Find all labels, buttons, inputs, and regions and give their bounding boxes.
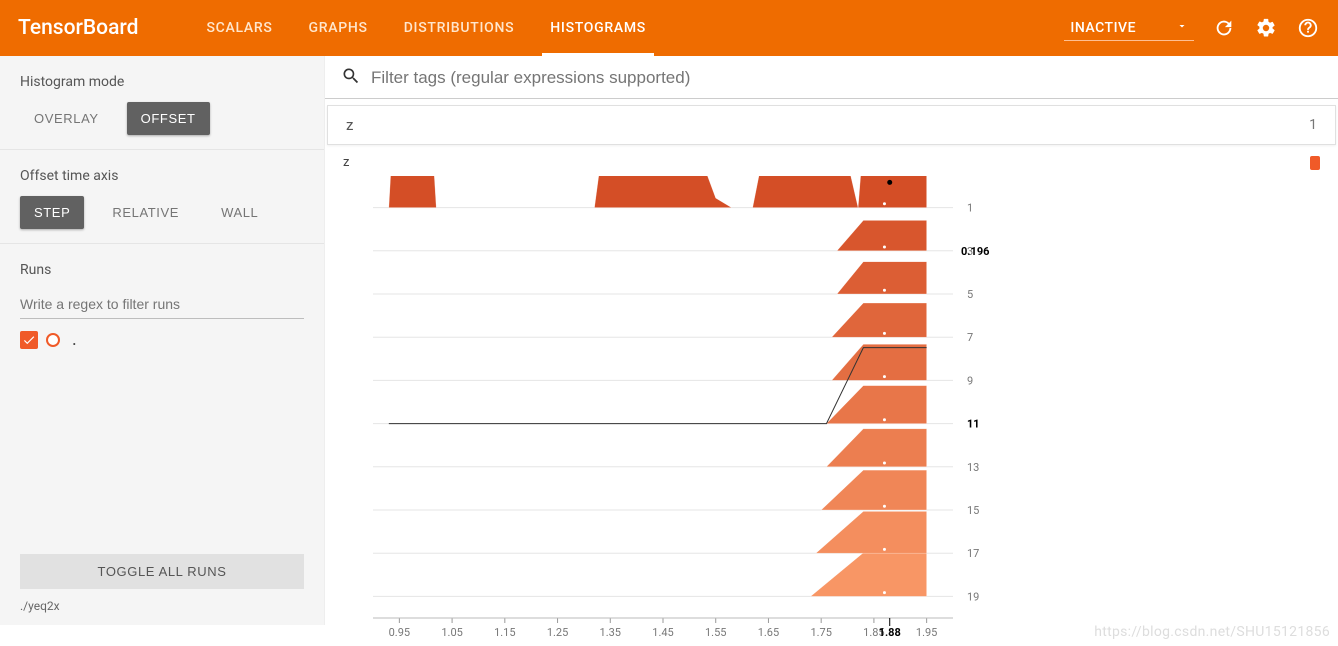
tag-card-title: z	[346, 116, 353, 134]
runs-filter-input[interactable]	[20, 290, 304, 319]
svg-text:1.65: 1.65	[758, 626, 779, 639]
mode-offset-button[interactable]: OFFSET	[127, 102, 210, 135]
chart-subtitle: z	[343, 155, 349, 170]
svg-text:9: 9	[967, 374, 973, 387]
sidebar-bottom: TOGGLE ALL RUNS ./yeq2x	[0, 542, 324, 625]
run-dot-label: .	[72, 337, 77, 343]
svg-text:7: 7	[967, 331, 973, 344]
toggle-all-runs-button[interactable]: TOGGLE ALL RUNS	[20, 554, 304, 589]
offset-axis-title: Offset time axis	[20, 168, 304, 184]
svg-text:1.25: 1.25	[547, 626, 568, 639]
svg-text:17: 17	[967, 547, 979, 560]
tag-filter-bar	[325, 56, 1338, 99]
inactive-plugins-select[interactable]: INACTIVE	[1064, 16, 1194, 41]
axis-wall-button[interactable]: WALL	[207, 196, 272, 229]
search-icon	[341, 66, 361, 90]
watermark-text: https://blog.csdn.net/SHU15121856	[1094, 624, 1330, 640]
svg-text:0.196: 0.196	[961, 245, 989, 258]
runs-row: .	[20, 331, 304, 349]
runs-section: Runs .	[0, 244, 324, 363]
refresh-icon[interactable]	[1212, 16, 1236, 40]
svg-text:1.75: 1.75	[810, 626, 831, 639]
svg-text:1.05: 1.05	[441, 626, 462, 639]
svg-text:1.95: 1.95	[916, 626, 937, 639]
svg-text:13: 13	[967, 461, 979, 474]
svg-text:0.95: 0.95	[389, 626, 410, 639]
histogram-mode-section: Histogram mode OVERLAY OFFSET	[0, 56, 324, 150]
tag-card-count: 1	[1309, 117, 1317, 133]
svg-text:1: 1	[967, 202, 973, 215]
histogram-svg[interactable]: 1357911131517190.951.051.151.251.351.451…	[343, 176, 1003, 646]
app-logo: TensorBoard	[18, 16, 138, 40]
svg-text:15: 15	[967, 504, 979, 517]
tab-histograms[interactable]: HISTOGRAMS	[532, 0, 664, 56]
svg-text:1.45: 1.45	[652, 626, 673, 639]
header-right-controls: INACTIVE	[1064, 16, 1320, 41]
svg-text:1.15: 1.15	[494, 626, 515, 639]
tag-card-header[interactable]: z 1	[327, 105, 1336, 145]
main-content: z 1 z 1357911131517190.951.051.151.251.3…	[325, 56, 1338, 625]
histogram-chart-area: z 1357911131517190.951.051.151.251.351.4…	[325, 145, 1338, 646]
nav-tabs: SCALARS GRAPHS DISTRIBUTIONS HISTOGRAMS	[188, 0, 664, 56]
offset-axis-section: Offset time axis STEP RELATIVE WALL	[0, 150, 324, 244]
inactive-label: INACTIVE	[1070, 20, 1136, 36]
tag-filter-input[interactable]	[371, 68, 1322, 88]
svg-text:5: 5	[967, 288, 973, 301]
run-path-label: ./yeq2x	[20, 599, 304, 613]
svg-text:11: 11	[967, 418, 980, 431]
sidebar: Histogram mode OVERLAY OFFSET Offset tim…	[0, 56, 325, 625]
svg-text:1.35: 1.35	[600, 626, 621, 639]
runs-title: Runs	[20, 262, 304, 278]
app-header: TensorBoard SCALARS GRAPHS DISTRIBUTIONS…	[0, 0, 1338, 56]
run-checkbox-all[interactable]	[20, 331, 38, 349]
svg-text:1.88: 1.88	[879, 626, 901, 639]
chart-expand-icon[interactable]	[1310, 156, 1320, 170]
histogram-mode-title: Histogram mode	[20, 74, 304, 90]
run-radio-empty[interactable]	[46, 333, 60, 347]
mode-overlay-button[interactable]: OVERLAY	[20, 102, 113, 135]
axis-relative-button[interactable]: RELATIVE	[98, 196, 193, 229]
help-icon[interactable]	[1296, 16, 1320, 40]
axis-step-button[interactable]: STEP	[20, 196, 84, 229]
tab-graphs[interactable]: GRAPHS	[291, 0, 386, 56]
svg-text:1.55: 1.55	[705, 626, 726, 639]
chevron-down-icon	[1176, 20, 1188, 36]
gear-icon[interactable]	[1254, 16, 1278, 40]
svg-text:19: 19	[967, 590, 979, 603]
tab-scalars[interactable]: SCALARS	[188, 0, 290, 56]
tab-distributions[interactable]: DISTRIBUTIONS	[386, 0, 533, 56]
